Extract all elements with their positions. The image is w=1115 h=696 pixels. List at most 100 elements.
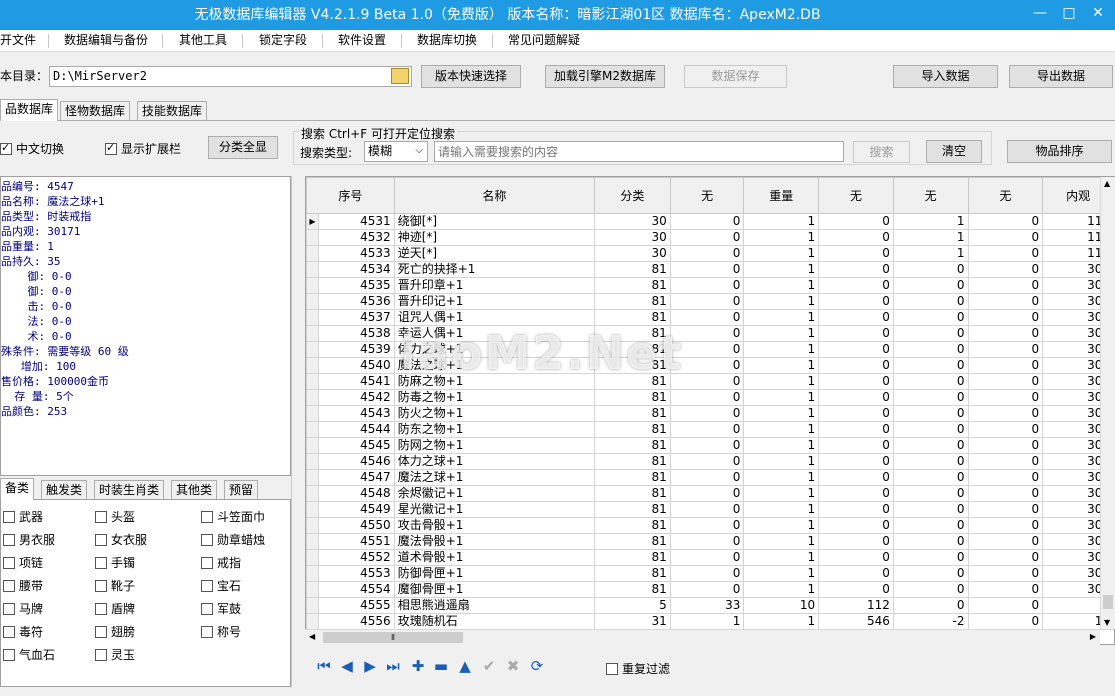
table-cell[interactable]: 4553 bbox=[306, 565, 395, 582]
table-row[interactable]: 4542 防毒之物+1 81 0 1 0 0 0 301 bbox=[306, 389, 1114, 406]
category-checkbox[interactable]: 头盔 bbox=[95, 508, 135, 525]
column-header[interactable]: 无 bbox=[892, 177, 969, 214]
table-cell[interactable]: 魔法之球+1 bbox=[393, 469, 596, 486]
table-cell[interactable]: 0 bbox=[967, 389, 1044, 406]
table-cell[interactable]: 81 bbox=[594, 533, 671, 550]
table-cell[interactable]: 0 bbox=[818, 357, 894, 374]
dir-input[interactable]: D:\MirServer2 bbox=[49, 66, 412, 87]
folder-icon[interactable] bbox=[391, 68, 409, 84]
table-cell[interactable]: 1 bbox=[743, 485, 820, 502]
category-checkbox[interactable]: 斗笠面巾 bbox=[201, 508, 265, 525]
menu-faq[interactable]: 常见问题解疑 bbox=[508, 30, 580, 52]
table-cell[interactable]: 0 bbox=[967, 469, 1044, 486]
table-cell[interactable]: 防御骨匣+1 bbox=[393, 565, 596, 582]
refresh-icon[interactable]: ⟳ bbox=[527, 657, 547, 675]
category-checkbox[interactable]: 勋章蜡烛 bbox=[201, 531, 265, 548]
table-cell[interactable]: 4554 bbox=[306, 581, 395, 598]
table-cell[interactable]: 防火之物+1 bbox=[393, 405, 596, 422]
search-type-select[interactable]: 模糊 ⌵ bbox=[364, 141, 428, 162]
table-cell[interactable]: 0 bbox=[892, 261, 969, 278]
table-cell[interactable]: 4544 bbox=[306, 421, 395, 438]
table-cell[interactable]: 0 bbox=[818, 293, 894, 310]
table-cell[interactable]: 0 bbox=[669, 245, 745, 262]
table-cell[interactable]: 0 bbox=[967, 581, 1044, 598]
table-cell[interactable]: 1 bbox=[743, 533, 820, 550]
item-grid[interactable]: 序号 名称 分类无重量无无无内观 ▶ 4531 绕御[*] 30 0 1 0 1 0 113 4532 神… bbox=[305, 176, 1115, 645]
post-icon[interactable]: ✔ bbox=[479, 657, 499, 675]
table-cell[interactable]: 0 bbox=[892, 309, 969, 326]
table-row[interactable]: ▶ 4531 绕御[*] 30 0 1 0 1 0 113 bbox=[306, 213, 1114, 230]
table-cell[interactable]: 1 bbox=[743, 309, 820, 326]
table-cell[interactable]: 1 bbox=[743, 373, 820, 390]
table-cell[interactable]: 4550 bbox=[306, 517, 395, 534]
table-cell[interactable]: 0 bbox=[818, 533, 894, 550]
table-cell[interactable]: 81 bbox=[594, 517, 671, 534]
table-cell[interactable]: 0 bbox=[818, 421, 894, 438]
category-checkbox[interactable]: 靴子 bbox=[95, 577, 135, 594]
export-data-button[interactable]: 导出数据 bbox=[1009, 65, 1113, 88]
table-cell[interactable]: 0 bbox=[818, 501, 894, 518]
table-cell[interactable]: 攻击骨骰+1 bbox=[393, 517, 596, 534]
table-cell[interactable]: 4538 bbox=[306, 325, 395, 342]
tab-skill-db[interactable]: 技能数据库 bbox=[137, 101, 208, 121]
table-cell[interactable]: 相思熊逍遥扇 bbox=[393, 597, 596, 614]
table-cell[interactable]: 0 bbox=[967, 485, 1044, 502]
category-checkbox[interactable]: 武器 bbox=[3, 508, 43, 525]
table-cell[interactable]: 魔法骨骰+1 bbox=[393, 533, 596, 550]
category-checkbox[interactable]: 盾牌 bbox=[95, 600, 135, 617]
table-cell[interactable]: 0 bbox=[669, 293, 745, 310]
minimize-button[interactable]: — bbox=[1029, 3, 1051, 23]
table-cell[interactable]: 0 bbox=[669, 229, 745, 246]
table-cell[interactable]: 玫瑰随机石 bbox=[393, 613, 596, 630]
table-cell[interactable]: 4545 bbox=[306, 437, 395, 454]
table-cell[interactable]: 0 bbox=[818, 245, 894, 262]
category-checkbox[interactable]: 军鼓 bbox=[201, 600, 241, 617]
table-row[interactable]: 4554 魔御骨匣+1 81 0 1 0 0 0 301 bbox=[306, 581, 1114, 598]
table-cell[interactable]: 0 bbox=[669, 437, 745, 454]
table-cell[interactable]: 0 bbox=[669, 405, 745, 422]
item-sort-button[interactable]: 物品排序 bbox=[1007, 140, 1112, 163]
table-cell[interactable]: 1 bbox=[743, 213, 820, 230]
maximize-button[interactable]: □ bbox=[1058, 3, 1080, 23]
table-cell[interactable]: ▶ 4531 bbox=[306, 213, 395, 230]
cat-tab-reserved[interactable]: 预留 bbox=[224, 480, 259, 500]
table-cell[interactable]: 1 bbox=[743, 453, 820, 470]
table-cell[interactable]: 1 bbox=[743, 341, 820, 358]
show-all-categories-button[interactable]: 分类全显 bbox=[208, 136, 278, 159]
table-cell[interactable]: 30 bbox=[594, 229, 671, 246]
table-cell[interactable]: 4539 bbox=[306, 341, 395, 358]
table-cell[interactable]: 0 bbox=[892, 549, 969, 566]
table-cell[interactable]: 4535 bbox=[306, 277, 395, 294]
table-cell[interactable]: 0 bbox=[967, 261, 1044, 278]
table-cell[interactable]: 81 bbox=[594, 581, 671, 598]
category-checkbox[interactable]: 毒符 bbox=[3, 623, 43, 640]
table-cell[interactable]: 4534 bbox=[306, 261, 395, 278]
category-checkbox[interactable]: 宝石 bbox=[201, 577, 241, 594]
table-cell[interactable]: 0 bbox=[818, 389, 894, 406]
table-cell[interactable]: 4536 bbox=[306, 293, 395, 310]
table-cell[interactable]: 1 bbox=[743, 261, 820, 278]
table-cell[interactable]: 1 bbox=[743, 565, 820, 582]
table-cell[interactable]: 4551 bbox=[306, 533, 395, 550]
table-cell[interactable]: 0 bbox=[818, 469, 894, 486]
table-row[interactable]: 4556玫瑰随机石3111546-2010 bbox=[306, 613, 1114, 630]
cat-tab-trigger[interactable]: 触发类 bbox=[41, 480, 88, 500]
table-cell[interactable]: 0 bbox=[967, 501, 1044, 518]
table-cell[interactable]: 4556 bbox=[306, 613, 395, 630]
column-header[interactable]: 序号 bbox=[306, 177, 395, 214]
table-cell[interactable]: 体力之球+1 bbox=[393, 453, 596, 470]
table-row[interactable]: 4546 体力之球+1 81 0 1 0 0 0 301 bbox=[306, 453, 1114, 470]
table-cell[interactable]: 0 bbox=[669, 309, 745, 326]
table-cell[interactable]: 0 bbox=[892, 325, 969, 342]
table-cell[interactable]: 死亡的抉择+1 bbox=[393, 261, 596, 278]
table-row[interactable]: 4535 晋升印章+1 81 0 1 0 0 0 301 bbox=[306, 277, 1114, 294]
table-cell[interactable]: 0 bbox=[669, 565, 745, 582]
table-cell[interactable]: 0 bbox=[818, 405, 894, 422]
table-cell[interactable]: 道术骨骰+1 bbox=[393, 549, 596, 566]
table-cell[interactable]: 0 bbox=[669, 469, 745, 486]
column-header[interactable]: 无 bbox=[818, 177, 894, 214]
menu-data-edit[interactable]: 数据编辑与备份 bbox=[64, 30, 148, 52]
category-checkbox[interactable]: 翅膀 bbox=[95, 623, 135, 640]
table-row[interactable]: 4543 防火之物+1 81 0 1 0 0 0 301 bbox=[306, 405, 1114, 422]
table-cell[interactable]: 81 bbox=[594, 389, 671, 406]
